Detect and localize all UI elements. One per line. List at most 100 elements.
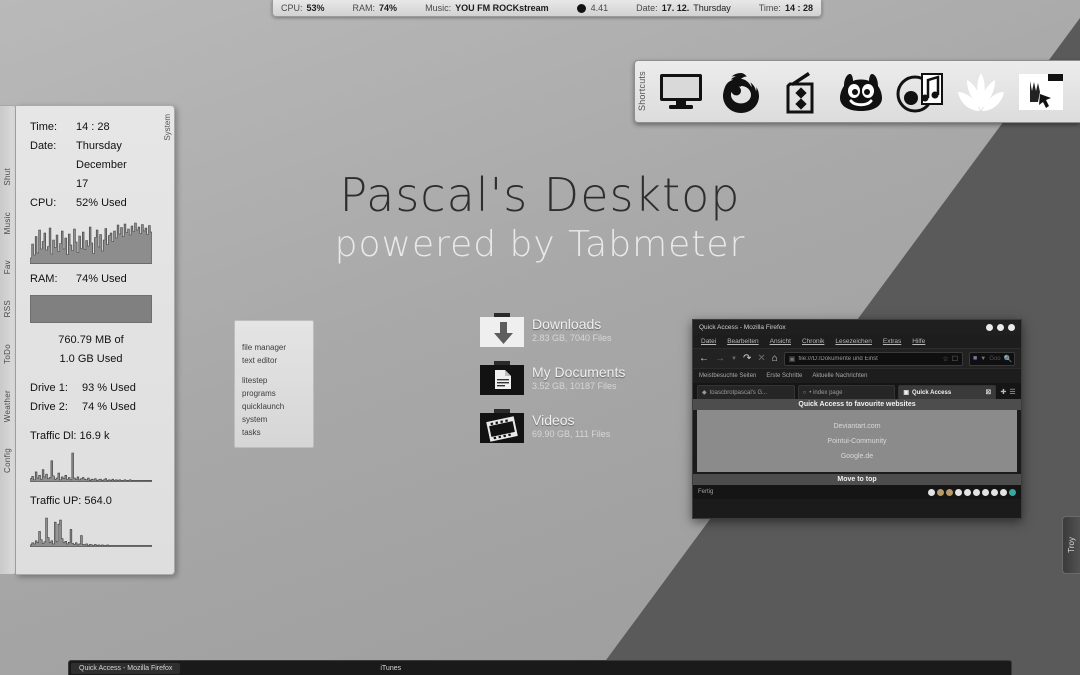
quicklaunch-item-quicklaunch[interactable]: quicklaunch	[242, 400, 313, 413]
taskbar[interactable]: Quick Access - Mozilla Firefox iTunes	[68, 660, 1012, 675]
firefox-tabstrip-controls[interactable]: ✚ ☰	[999, 385, 1017, 399]
firefox-menubar[interactable]: Datei Bearbeiten Ansicht Chronik Lesezei…	[693, 335, 1021, 348]
shortcut-utility-button[interactable]	[1011, 61, 1071, 122]
chevron-down-icon[interactable]: ▼	[731, 356, 737, 362]
quicklaunch-menu[interactable]: file manager text editor litestep progra…	[234, 320, 314, 448]
firefox-window[interactable]: Quick Access - Mozilla Firefox Datei Bea…	[692, 319, 1022, 519]
taskbar-item-itunes[interactable]: iTunes	[372, 663, 409, 674]
bookmark-erste-schritte[interactable]: Erste Schritte	[766, 373, 802, 379]
bookmark-meistbesuchte[interactable]: Meistbesuchte Seiten	[699, 373, 756, 379]
topbar-track-time: 4.41	[576, 3, 608, 13]
tab-close-icon[interactable]: ☒	[986, 389, 991, 396]
close-button[interactable]	[1008, 324, 1015, 331]
tabmeter-top-bar[interactable]: CPU: 53% RAM: 74% Music: YOU FM ROCKstre…	[272, 0, 822, 17]
search-box[interactable]: ■ ▼ Goo 🔍	[969, 351, 1015, 366]
tray-icon-8[interactable]	[991, 488, 998, 496]
system-ram-value: 74% Used	[76, 273, 127, 285]
quicklaunch-item-file-manager[interactable]: file manager	[242, 341, 313, 354]
shortcut-firefox-button[interactable]	[711, 61, 771, 122]
search-engine-icon[interactable]: ■	[973, 355, 977, 362]
quicklaunch-item-text-editor[interactable]: text editor	[242, 354, 313, 367]
topbar-cpu-label: CPU:	[281, 3, 303, 13]
bookmark-aktuelle-nachrichten[interactable]: Aktuelle Nachrichten	[812, 373, 867, 379]
home-icon[interactable]: ⌂	[772, 353, 778, 364]
firefox-navigation-toolbar[interactable]: ← → ▼ ↷ ✕ ⌂ ▣ file:///D:/Dokumente und E…	[693, 348, 1021, 369]
tray-icon-1[interactable]	[928, 488, 935, 496]
desktop-icon-videos[interactable]: Videos 69.90 GB, 111 Files	[480, 409, 610, 443]
desktop-icon-my-documents[interactable]: My Documents 3.52 GB, 10187 Files	[480, 361, 625, 395]
reload-icon[interactable]: ↷	[743, 353, 751, 364]
system-dock-tabstrip[interactable]: Shut Music Fav RSS ToDo Weather Config	[0, 105, 16, 575]
taskbar-item-firefox[interactable]: Quick Access - Mozilla Firefox	[71, 662, 181, 674]
topbar-date-value: 17. 12.	[661, 3, 690, 13]
menu-bearbeiten[interactable]: Bearbeiten	[727, 338, 758, 345]
tray-icon-7[interactable]	[982, 488, 989, 496]
sidebar-tab-todo[interactable]: ToDo	[3, 344, 12, 364]
quicklaunch-item-tasks[interactable]: tasks	[242, 426, 313, 439]
tab-list-icon[interactable]: ☰	[1009, 388, 1015, 396]
tray-icon-5[interactable]	[964, 488, 971, 496]
stop-icon[interactable]: ✕	[757, 353, 765, 364]
sidebar-tab-shut[interactable]: Shut	[3, 168, 12, 186]
desktop-icon-downloads[interactable]: Downloads 2.83 GB, 7040 Files	[480, 313, 612, 347]
search-icon[interactable]: 🔍	[1004, 355, 1013, 363]
quicklaunch-item-litestep[interactable]: litestep	[242, 374, 313, 387]
desktop-icon-downloads-text: Downloads 2.83 GB, 7040 Files	[532, 316, 612, 344]
tab-favicon-quick-access: ▣	[903, 390, 910, 396]
menu-extras[interactable]: Extras	[883, 338, 901, 345]
edge-tab-troy[interactable]: Troy	[1062, 516, 1080, 574]
system-dock[interactable]: Shut Music Fav RSS ToDo Weather Config S…	[0, 105, 175, 575]
sidebar-tab-weather[interactable]: Weather	[3, 390, 12, 422]
sidebar-tab-config[interactable]: Config	[3, 448, 12, 473]
forward-icon[interactable]: →	[715, 353, 725, 364]
page-link-pointui[interactable]: Pointui-Community	[827, 438, 886, 445]
menu-hilfe[interactable]: Hilfe	[912, 338, 925, 345]
shortcut-monitor-button[interactable]	[651, 61, 711, 122]
page-link-google[interactable]: Google.de	[841, 453, 873, 460]
quicklaunch-item-system[interactable]: system	[242, 413, 313, 426]
firefox-bookmarks-toolbar[interactable]: Meistbesuchte Seiten Erste Schritte Aktu…	[693, 369, 1021, 383]
tray-icon-4[interactable]	[955, 488, 962, 496]
new-tab-icon[interactable]: ✚	[1000, 388, 1006, 396]
minimize-button[interactable]	[986, 324, 993, 331]
tray-icon-3[interactable]	[946, 488, 953, 496]
feed-icon[interactable]: ☐	[952, 355, 958, 363]
hand-cursor-icon	[1018, 72, 1064, 112]
bookmark-star-icon[interactable]: ☆	[942, 355, 948, 363]
tray-icon-9[interactable]	[1000, 488, 1007, 496]
maximize-button[interactable]	[997, 324, 1004, 331]
shortcut-flower-button[interactable]	[951, 61, 1011, 122]
firefox-window-controls[interactable]	[986, 324, 1015, 331]
browser-tab-index-page[interactable]: ○ • index page	[797, 385, 896, 399]
sidebar-tab-music[interactable]: Music	[3, 212, 12, 234]
menu-ansicht[interactable]: Ansicht	[770, 338, 791, 345]
shortcut-file-manager-button[interactable]	[771, 61, 831, 122]
browser-tab-deviantart[interactable]: ◆ toascbrotpascal's G...	[697, 385, 795, 399]
firefox-statusbar-tray[interactable]	[928, 488, 1016, 496]
shortcuts-dock[interactable]: Shortcuts	[634, 60, 1080, 123]
topbar-ram: RAM: 74%	[353, 3, 398, 13]
browser-tab-quick-access[interactable]: ▣ Quick Access ☒	[898, 385, 997, 399]
firefox-titlebar[interactable]: Quick Access - Mozilla Firefox	[693, 320, 1021, 335]
system-cpu-label: CPU:	[30, 197, 57, 209]
shortcuts-dock-label: Shortcuts	[637, 71, 647, 112]
menu-datei[interactable]: Datei	[701, 338, 716, 345]
quicklaunch-item-programs[interactable]: programs	[242, 387, 313, 400]
sidebar-tab-fav[interactable]: Fav	[3, 260, 12, 274]
url-bar[interactable]: ▣ file:///D:/Dokumente und Einst ☆ ☐	[783, 351, 963, 366]
tray-icon-10[interactable]	[1009, 488, 1016, 496]
firefox-tabstrip[interactable]: ◆ toascbrotpascal's G... ○ • index page …	[693, 383, 1021, 399]
page-footer-move-to-top[interactable]: Move to top	[693, 474, 1021, 485]
tray-icon-2[interactable]	[937, 488, 944, 496]
menu-lesezeichen[interactable]: Lesezeichen	[835, 338, 872, 345]
tray-icon-6[interactable]	[973, 488, 980, 496]
shortcut-gimp-button[interactable]	[831, 61, 891, 122]
menu-chronik[interactable]: Chronik	[802, 338, 824, 345]
tab-favicon-deviantart: ◆	[702, 390, 707, 396]
drive2-value: 74 % Used	[82, 401, 136, 413]
sidebar-tab-rss[interactable]: RSS	[3, 300, 12, 317]
shortcut-itunes-button[interactable]	[891, 61, 951, 122]
chevron-down-icon-search[interactable]: ▼	[980, 356, 986, 362]
back-icon[interactable]: ←	[699, 353, 709, 364]
page-link-deviantart[interactable]: Deviantart.com	[833, 423, 880, 430]
